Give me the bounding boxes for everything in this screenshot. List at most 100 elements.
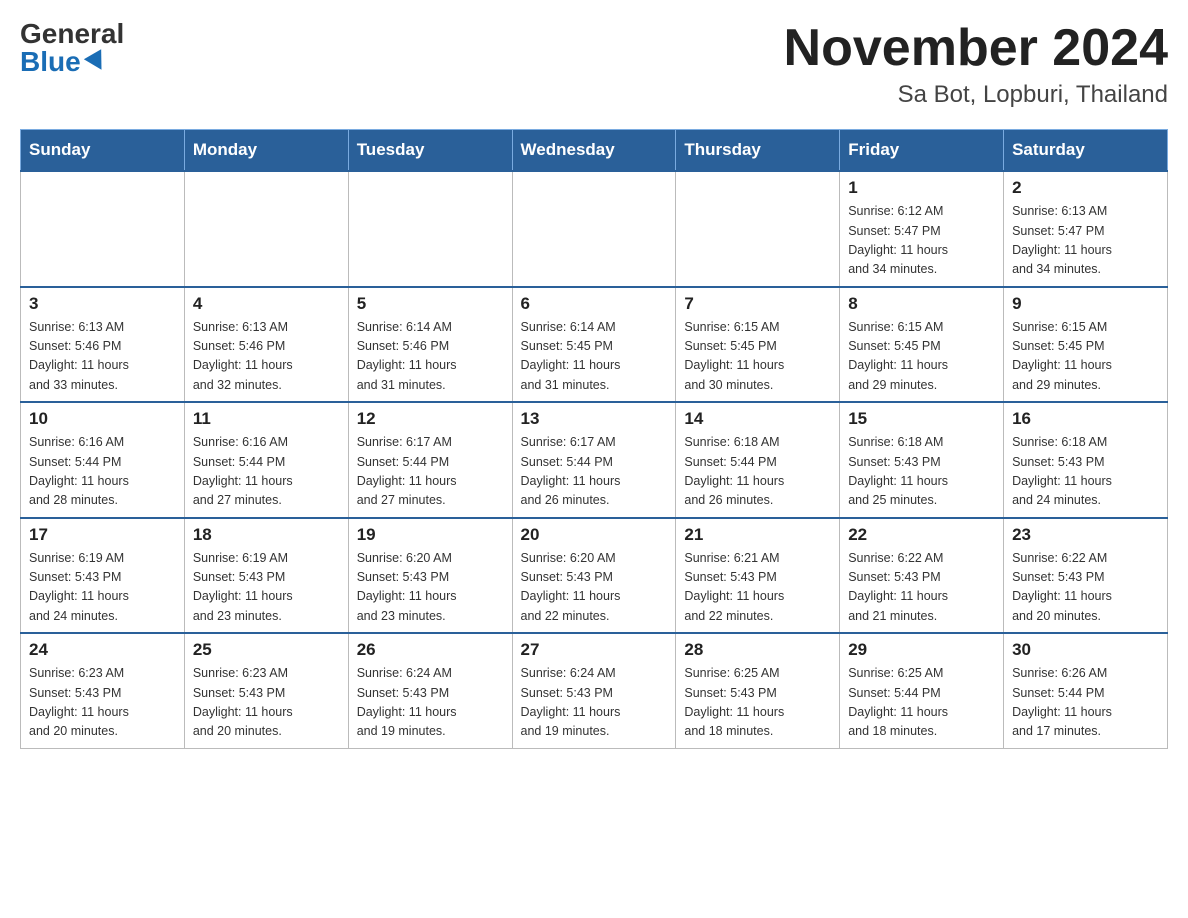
calendar-cell: 14Sunrise: 6:18 AMSunset: 5:44 PMDayligh… — [676, 402, 840, 518]
day-number: 14 — [684, 409, 831, 429]
calendar-cell: 11 Sunrise: 6:16 AMSunset: 5:44 PMDayligh… — [184, 402, 348, 518]
day-number: 17 — [29, 525, 176, 545]
column-header-friday: Friday — [840, 130, 1004, 172]
week-row-1: 1 Sunrise: 6:12 AMSunset: 5:47 PMDaylight… — [21, 171, 1168, 287]
day-info: Sunrise: 6:22 AMSunset: 5:43 PMDaylight:… — [1012, 549, 1159, 627]
day-info: Sunrise: 6:14 AMSunset: 5:45 PMDaylight:… — [521, 318, 668, 396]
day-info: Sunrise: 6:25 AMSunset: 5:43 PMDaylight:… — [684, 664, 831, 742]
calendar-cell: 5Sunrise: 6:14 AMSunset: 5:46 PMDaylight… — [348, 287, 512, 403]
logo-triangle-icon — [84, 49, 110, 75]
calendar-cell: 30 Sunrise: 6:26 AMSunset: 5:44 PMDayligh… — [1004, 633, 1168, 748]
day-number: 22 — [848, 525, 995, 545]
calendar-cell — [184, 171, 348, 287]
calendar-header-row: SundayMondayTuesdayWednesdayThursdayFrid… — [21, 130, 1168, 172]
day-number: 7 — [684, 294, 831, 314]
calendar-title: November 2024 — [784, 20, 1168, 77]
calendar-cell: 1 Sunrise: 6:12 AMSunset: 5:47 PMDaylight… — [840, 171, 1004, 287]
week-row-4: 17 Sunrise: 6:19 AMSunset: 5:43 PMDayligh… — [21, 518, 1168, 634]
day-number: 27 — [521, 640, 668, 660]
header: General Blue November 2024 Sa Bot, Lopbu… — [20, 20, 1168, 109]
day-info: Sunrise: 6:13 AMSunset: 5:46 PMDaylight:… — [29, 318, 176, 396]
calendar-cell: 4 Sunrise: 6:13 AMSunset: 5:46 PMDaylight… — [184, 287, 348, 403]
day-number: 15 — [848, 409, 995, 429]
day-number: 20 — [521, 525, 668, 545]
day-info: Sunrise: 6:16 AMSunset: 5:44 PMDaylight:… — [29, 433, 176, 511]
title-area: November 2024 Sa Bot, Lopburi, Thailand — [784, 20, 1168, 109]
day-number: 19 — [357, 525, 504, 545]
calendar-subtitle: Sa Bot, Lopburi, Thailand — [784, 81, 1168, 109]
day-number: 28 — [684, 640, 831, 660]
day-info: Sunrise: 6:17 AMSunset: 5:44 PMDaylight:… — [521, 433, 668, 511]
calendar-cell: 29 Sunrise: 6:25 AMSunset: 5:44 PMDayligh… — [840, 633, 1004, 748]
calendar-cell: 3 Sunrise: 6:13 AMSunset: 5:46 PMDaylight… — [21, 287, 185, 403]
day-number: 29 — [848, 640, 995, 660]
day-info: Sunrise: 6:12 AMSunset: 5:47 PMDaylight:… — [848, 202, 995, 280]
day-info: Sunrise: 6:15 AMSunset: 5:45 PMDaylight:… — [1012, 318, 1159, 396]
day-number: 4 — [193, 294, 340, 314]
calendar-cell: 18 Sunrise: 6:19 AMSunset: 5:43 PMDayligh… — [184, 518, 348, 634]
calendar-cell: 16 Sunrise: 6:18 AMSunset: 5:43 PMDayligh… — [1004, 402, 1168, 518]
day-info: Sunrise: 6:20 AMSunset: 5:43 PMDaylight:… — [357, 549, 504, 627]
day-info: Sunrise: 6:17 AMSunset: 5:44 PMDaylight:… — [357, 433, 504, 511]
calendar-cell: 8Sunrise: 6:15 AMSunset: 5:45 PMDaylight… — [840, 287, 1004, 403]
day-info: Sunrise: 6:13 AMSunset: 5:46 PMDaylight:… — [193, 318, 340, 396]
day-info: Sunrise: 6:26 AMSunset: 5:44 PMDaylight:… — [1012, 664, 1159, 742]
day-number: 18 — [193, 525, 340, 545]
day-number: 10 — [29, 409, 176, 429]
day-number: 21 — [684, 525, 831, 545]
day-info: Sunrise: 6:16 AMSunset: 5:44 PMDaylight:… — [193, 433, 340, 511]
calendar-cell: 2Sunrise: 6:13 AMSunset: 5:47 PMDaylight… — [1004, 171, 1168, 287]
calendar-cell — [512, 171, 676, 287]
day-number: 1 — [848, 178, 995, 198]
day-info: Sunrise: 6:24 AMSunset: 5:43 PMDaylight:… — [357, 664, 504, 742]
day-info: Sunrise: 6:23 AMSunset: 5:43 PMDaylight:… — [29, 664, 176, 742]
calendar-cell: 20 Sunrise: 6:20 AMSunset: 5:43 PMDayligh… — [512, 518, 676, 634]
calendar-cell: 28 Sunrise: 6:25 AMSunset: 5:43 PMDayligh… — [676, 633, 840, 748]
day-number: 6 — [521, 294, 668, 314]
day-number: 11 — [193, 409, 340, 429]
week-row-2: 3 Sunrise: 6:13 AMSunset: 5:46 PMDaylight… — [21, 287, 1168, 403]
day-info: Sunrise: 6:18 AMSunset: 5:43 PMDaylight:… — [848, 433, 995, 511]
day-info: Sunrise: 6:19 AMSunset: 5:43 PMDaylight:… — [193, 549, 340, 627]
day-info: Sunrise: 6:23 AMSunset: 5:43 PMDaylight:… — [193, 664, 340, 742]
day-info: Sunrise: 6:25 AMSunset: 5:44 PMDaylight:… — [848, 664, 995, 742]
calendar-cell — [21, 171, 185, 287]
calendar-table: SundayMondayTuesdayWednesdayThursdayFrid… — [20, 129, 1168, 749]
calendar-cell: 10 Sunrise: 6:16 AMSunset: 5:44 PMDayligh… — [21, 402, 185, 518]
day-number: 8 — [848, 294, 995, 314]
calendar-cell: 15 Sunrise: 6:18 AMSunset: 5:43 PMDayligh… — [840, 402, 1004, 518]
calendar-cell: 25 Sunrise: 6:23 AMSunset: 5:43 PMDayligh… — [184, 633, 348, 748]
column-header-saturday: Saturday — [1004, 130, 1168, 172]
calendar-cell: 22 Sunrise: 6:22 AMSunset: 5:43 PMDayligh… — [840, 518, 1004, 634]
calendar-cell: 21 Sunrise: 6:21 AMSunset: 5:43 PMDayligh… — [676, 518, 840, 634]
day-number: 30 — [1012, 640, 1159, 660]
day-info: Sunrise: 6:22 AMSunset: 5:43 PMDaylight:… — [848, 549, 995, 627]
day-info: Sunrise: 6:13 AMSunset: 5:47 PMDaylight:… — [1012, 202, 1159, 280]
day-info: Sunrise: 6:14 AMSunset: 5:46 PMDaylight:… — [357, 318, 504, 396]
logo-blue-text: Blue — [20, 48, 107, 76]
day-number: 25 — [193, 640, 340, 660]
calendar-cell — [348, 171, 512, 287]
column-header-monday: Monday — [184, 130, 348, 172]
day-info: Sunrise: 6:24 AMSunset: 5:43 PMDaylight:… — [521, 664, 668, 742]
calendar-cell: 12 Sunrise: 6:17 AMSunset: 5:44 PMDayligh… — [348, 402, 512, 518]
day-info: Sunrise: 6:18 AMSunset: 5:43 PMDaylight:… — [1012, 433, 1159, 511]
day-number: 12 — [357, 409, 504, 429]
week-row-3: 10 Sunrise: 6:16 AMSunset: 5:44 PMDayligh… — [21, 402, 1168, 518]
day-info: Sunrise: 6:21 AMSunset: 5:43 PMDaylight:… — [684, 549, 831, 627]
day-info: Sunrise: 6:19 AMSunset: 5:43 PMDaylight:… — [29, 549, 176, 627]
calendar-cell: 24 Sunrise: 6:23 AMSunset: 5:43 PMDayligh… — [21, 633, 185, 748]
calendar-cell: 6 Sunrise: 6:14 AMSunset: 5:45 PMDaylight… — [512, 287, 676, 403]
day-number: 24 — [29, 640, 176, 660]
column-header-wednesday: Wednesday — [512, 130, 676, 172]
calendar-cell: 23Sunrise: 6:22 AMSunset: 5:43 PMDayligh… — [1004, 518, 1168, 634]
calendar-cell: 13Sunrise: 6:17 AMSunset: 5:44 PMDayligh… — [512, 402, 676, 518]
day-number: 3 — [29, 294, 176, 314]
column-header-thursday: Thursday — [676, 130, 840, 172]
day-info: Sunrise: 6:20 AMSunset: 5:43 PMDaylight:… — [521, 549, 668, 627]
logo: General Blue — [20, 20, 124, 76]
calendar-cell: 9Sunrise: 6:15 AMSunset: 5:45 PMDaylight… — [1004, 287, 1168, 403]
logo-general-text: General — [20, 20, 124, 48]
day-number: 16 — [1012, 409, 1159, 429]
column-header-sunday: Sunday — [21, 130, 185, 172]
